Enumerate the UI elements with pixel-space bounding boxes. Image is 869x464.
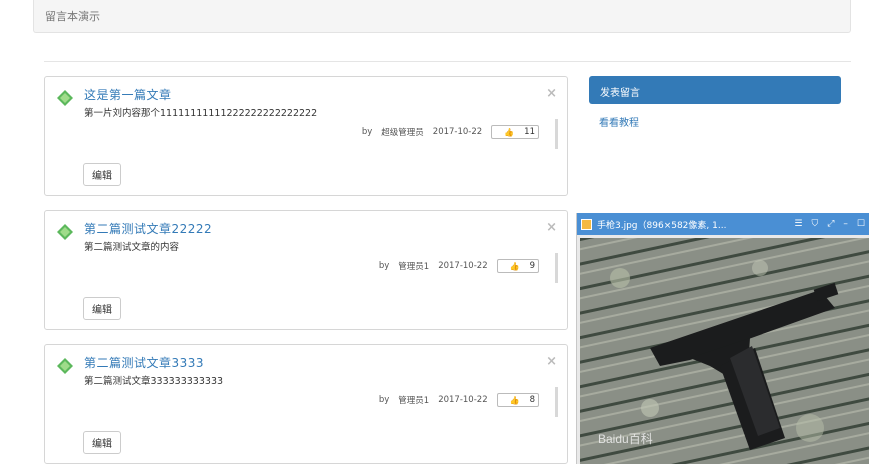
divider — [44, 61, 851, 62]
post-meta: by 管理员1 2017-10-22 👍 9 — [370, 259, 539, 273]
menu-icon[interactable]: ☰ — [794, 219, 802, 229]
edit-button[interactable]: 编辑 — [83, 297, 121, 320]
diamond-logo-icon — [57, 358, 73, 374]
scrollbar[interactable] — [555, 119, 558, 149]
close-icon[interactable]: × — [546, 86, 557, 101]
thumbs-up-icon: 👍 — [509, 261, 520, 271]
maximize-icon[interactable]: ☐ — [857, 219, 865, 229]
minimize-icon[interactable]: – — [843, 219, 848, 229]
by-label: by — [378, 395, 390, 405]
scrollbar[interactable] — [555, 253, 558, 283]
shirt-icon[interactable]: ⛉ — [811, 219, 818, 229]
post-date: 2017-10-22 — [432, 127, 483, 137]
by-label: by — [378, 261, 390, 271]
post-card: 第二篇测试文章22222 第二篇测试文章的内容 × by 管理员1 2017-1… — [44, 210, 568, 330]
diamond-logo-icon — [57, 90, 73, 106]
edit-button[interactable]: 编辑 — [83, 163, 121, 186]
image-file-icon — [581, 218, 592, 230]
viewer-title-bar[interactable]: 手枪3.jpg（896×582像素, 1... ☰ ⛉ ⤢ – ☐ — [577, 213, 869, 235]
by-label: by — [361, 127, 373, 137]
close-icon[interactable]: × — [546, 220, 557, 235]
thumbs-up-icon: 👍 — [509, 395, 520, 405]
close-icon[interactable]: × — [546, 354, 557, 369]
like-count: 9 — [529, 261, 535, 271]
post-date: 2017-10-22 — [438, 261, 488, 271]
post-author: 管理员1 — [398, 262, 430, 272]
post-date: 2017-10-22 — [438, 395, 488, 405]
watermark: Baidu百科 — [598, 432, 653, 446]
post-meta: by 管理员1 2017-10-22 👍 8 — [370, 393, 539, 407]
post-content: 第二篇测试文章的内容 — [84, 242, 180, 253]
like-count: 8 — [529, 395, 535, 405]
sidebar-item-tutorial[interactable]: 看看教程 — [599, 114, 639, 129]
scrollbar[interactable] — [555, 387, 558, 417]
post-meta: by 超级管理员 2017-10-22 👍 11 — [353, 125, 539, 139]
post-card: 第二篇测试文章3333 第二篇测试文章333333333333 × by 管理员… — [44, 344, 568, 464]
fullscreen-icon[interactable]: ⤢ — [827, 219, 834, 229]
post-card: 这是第一篇文章 第一片刘内容那个111111111112222222222222… — [44, 76, 568, 196]
post-author: 管理员1 — [398, 396, 430, 406]
like-button[interactable]: 👍 8 — [496, 393, 539, 407]
image-viewer-window: 手枪3.jpg（896×582像素, 1... ☰ ⛉ ⤢ – ☐ Baidu百… — [576, 213, 869, 464]
post-title[interactable]: 这是第一篇文章 — [84, 86, 172, 103]
like-button[interactable]: 👍 11 — [491, 125, 539, 139]
sidebar-item-post-message[interactable]: 发表留言 — [589, 76, 841, 104]
post-content: 第二篇测试文章333333333333 — [84, 376, 224, 387]
pistol-photo: Baidu百科 — [580, 238, 869, 464]
diamond-logo-icon — [57, 224, 73, 240]
breadcrumb: 留言本演示 — [33, 0, 851, 33]
like-count: 11 — [524, 127, 535, 137]
like-button[interactable]: 👍 9 — [496, 259, 539, 273]
thumbs-up-icon: 👍 — [504, 127, 515, 137]
post-author: 超级管理员 — [381, 128, 424, 138]
viewer-title: 手枪3.jpg（896×582像素, 1... — [597, 220, 727, 231]
edit-button[interactable]: 编辑 — [83, 431, 121, 454]
post-title[interactable]: 第二篇测试文章22222 — [84, 220, 212, 237]
post-content: 第一片刘内容那个11111111111222222222222222 — [84, 108, 318, 119]
post-title[interactable]: 第二篇测试文章3333 — [84, 354, 204, 371]
